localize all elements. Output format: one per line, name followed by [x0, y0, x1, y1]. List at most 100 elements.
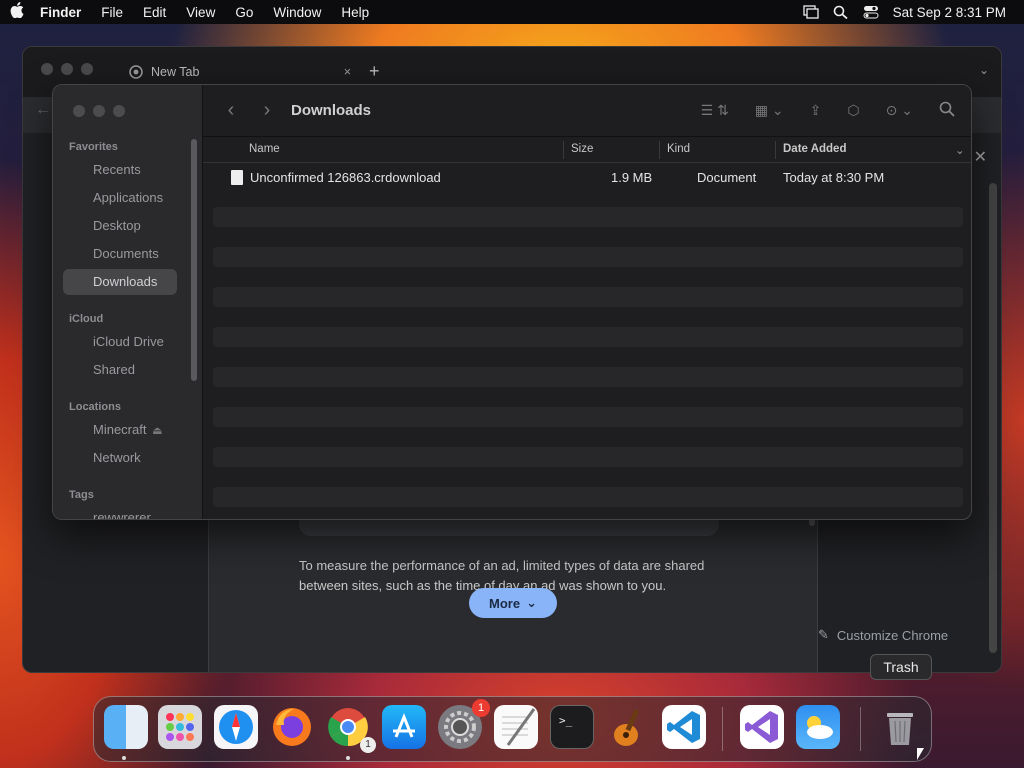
visual-studio-code-icon[interactable]: [662, 705, 706, 749]
empty-row: [213, 367, 963, 387]
page-scrollbar[interactable]: [989, 183, 997, 653]
empty-row: [213, 327, 963, 347]
sidebar-section-locations: Locations: [69, 401, 121, 413]
mouse-pointer-icon: [917, 748, 924, 760]
column-header-date-added[interactable]: Date Added: [783, 143, 846, 155]
screen-mirroring-icon[interactable]: [803, 5, 819, 19]
customize-chrome-button[interactable]: ✎ Customize Chrome: [818, 627, 948, 643]
menu-bar: Finder File Edit View Go Window Help Sat…: [0, 0, 1024, 24]
launchpad-icon[interactable]: [158, 705, 202, 749]
tab-search-chevron-icon[interactable]: ⌄: [979, 63, 989, 77]
empty-row: [213, 207, 963, 227]
close-window-button[interactable]: [73, 105, 85, 117]
zoom-window-button[interactable]: [81, 63, 93, 75]
column-divider[interactable]: [775, 141, 776, 159]
sidebar-item-shared[interactable]: Shared: [63, 357, 177, 383]
back-arrow-icon[interactable]: ←: [35, 101, 51, 119]
menu-view[interactable]: View: [176, 5, 225, 20]
menu-file[interactable]: File: [91, 5, 133, 20]
trash-icon[interactable]: [878, 705, 922, 749]
search-icon[interactable]: [939, 101, 955, 120]
sidebar-item-applications[interactable]: Applications: [63, 185, 177, 211]
dock-tooltip: Trash: [870, 654, 932, 680]
garageband-icon[interactable]: [606, 705, 650, 749]
column-divider[interactable]: [563, 141, 564, 159]
sidebar-item-desktop[interactable]: Desktop: [63, 213, 177, 239]
more-actions-icon[interactable]: ⊙ ⌄: [886, 102, 913, 119]
finder-icon[interactable]: [104, 705, 148, 749]
sidebar-item-minecraft[interactable]: Minecraft ⏏: [63, 417, 177, 443]
sidebar-scrollbar[interactable]: [191, 139, 197, 381]
dock: 1 1 >_: [93, 696, 932, 762]
finder-sidebar: Favorites Recents Applications Desktop D…: [53, 85, 203, 519]
tag-icon[interactable]: ⬡: [847, 102, 859, 119]
menu-window[interactable]: Window: [263, 5, 331, 20]
dock-divider: [860, 707, 861, 751]
empty-row: [213, 447, 963, 467]
eject-icon[interactable]: ⏏: [152, 425, 162, 437]
firefox-icon[interactable]: [270, 705, 314, 749]
document-icon: [231, 170, 243, 185]
sidebar-section-favorites: Favorites: [69, 141, 118, 153]
menu-help[interactable]: Help: [331, 5, 379, 20]
tab-close-icon[interactable]: ×: [344, 65, 351, 79]
forward-chevron-icon[interactable]: ›: [249, 99, 285, 122]
finder-window-controls: [73, 105, 125, 117]
empty-row: [213, 247, 963, 267]
pencil-icon: ✎: [818, 627, 829, 642]
sidebar-item-network[interactable]: Network: [63, 445, 177, 471]
sidebar-item-downloads[interactable]: Downloads: [63, 269, 177, 295]
finder-window-title: Downloads: [291, 102, 372, 119]
safari-icon[interactable]: [214, 705, 258, 749]
file-date-added: Today at 8:30 PM: [783, 170, 885, 185]
menu-app-name[interactable]: Finder: [34, 5, 91, 20]
back-chevron-icon[interactable]: ‹: [213, 99, 249, 122]
minimize-window-button[interactable]: [61, 63, 73, 75]
sort-chevron-down-icon[interactable]: ⌄: [955, 143, 965, 157]
empty-row: [213, 287, 963, 307]
control-center-icon[interactable]: [863, 5, 879, 19]
finder-toolbar: ‹ › Downloads ☰ ⇅ ▦ ⌄ ⇪ ⬡ ⊙ ⌄: [203, 85, 971, 137]
dialog-close-icon[interactable]: ✕: [974, 147, 987, 167]
spotlight-search-icon[interactable]: [833, 5, 849, 20]
terminal-icon[interactable]: >_: [550, 705, 594, 749]
svg-text:>_: >_: [559, 714, 573, 727]
new-tab-button[interactable]: +: [369, 61, 380, 82]
menu-edit[interactable]: Edit: [133, 5, 176, 20]
file-row[interactable]: Unconfirmed 126863.crdownload 1.9 MB Doc…: [213, 167, 963, 189]
sidebar-item-icloud-drive[interactable]: iCloud Drive: [63, 329, 177, 355]
group-grid-icon[interactable]: ▦ ⌄: [755, 102, 784, 119]
running-indicator: [346, 756, 350, 760]
menu-go[interactable]: Go: [225, 5, 263, 20]
customize-chrome-label: Customize Chrome: [836, 627, 949, 643]
chrome-tab-new-tab[interactable]: New Tab ×: [117, 57, 357, 87]
more-button[interactable]: More ⌄: [469, 588, 557, 618]
chrome-profile-badge: 1: [360, 737, 376, 753]
sidebar-item-recents[interactable]: Recents: [63, 157, 177, 183]
tab-title: New Tab: [151, 65, 200, 79]
column-header-size[interactable]: Size: [571, 143, 593, 155]
column-divider[interactable]: [659, 141, 660, 159]
weather-icon[interactable]: [796, 705, 840, 749]
share-icon[interactable]: ⇪: [810, 102, 822, 119]
chrome-icon[interactable]: 1: [326, 705, 376, 753]
close-window-button[interactable]: [41, 63, 53, 75]
notification-badge: 1: [472, 699, 490, 717]
column-header-kind[interactable]: Kind: [667, 143, 690, 155]
chrome-favicon-icon: [129, 65, 143, 79]
app-store-icon[interactable]: [382, 705, 426, 749]
menubar-clock[interactable]: Sat Sep 2 8:31 PM: [893, 5, 1006, 20]
minimize-window-button[interactable]: [93, 105, 105, 117]
textedit-icon[interactable]: [494, 705, 538, 749]
column-header-name[interactable]: Name: [249, 143, 280, 155]
apple-menu-icon[interactable]: [0, 2, 34, 22]
sidebar-section-tags: Tags: [69, 489, 94, 501]
list-view-icon[interactable]: ☰ ⇅: [701, 102, 729, 119]
sidebar-item-documents[interactable]: Documents: [63, 241, 177, 267]
zoom-window-button[interactable]: [113, 105, 125, 117]
visual-studio-icon[interactable]: [740, 705, 784, 749]
empty-row: [213, 487, 963, 507]
system-settings-icon[interactable]: 1: [438, 699, 490, 749]
sidebar-item-tag[interactable]: rewwrerer: [63, 505, 177, 519]
file-size: 1.9 MB: [611, 170, 653, 185]
